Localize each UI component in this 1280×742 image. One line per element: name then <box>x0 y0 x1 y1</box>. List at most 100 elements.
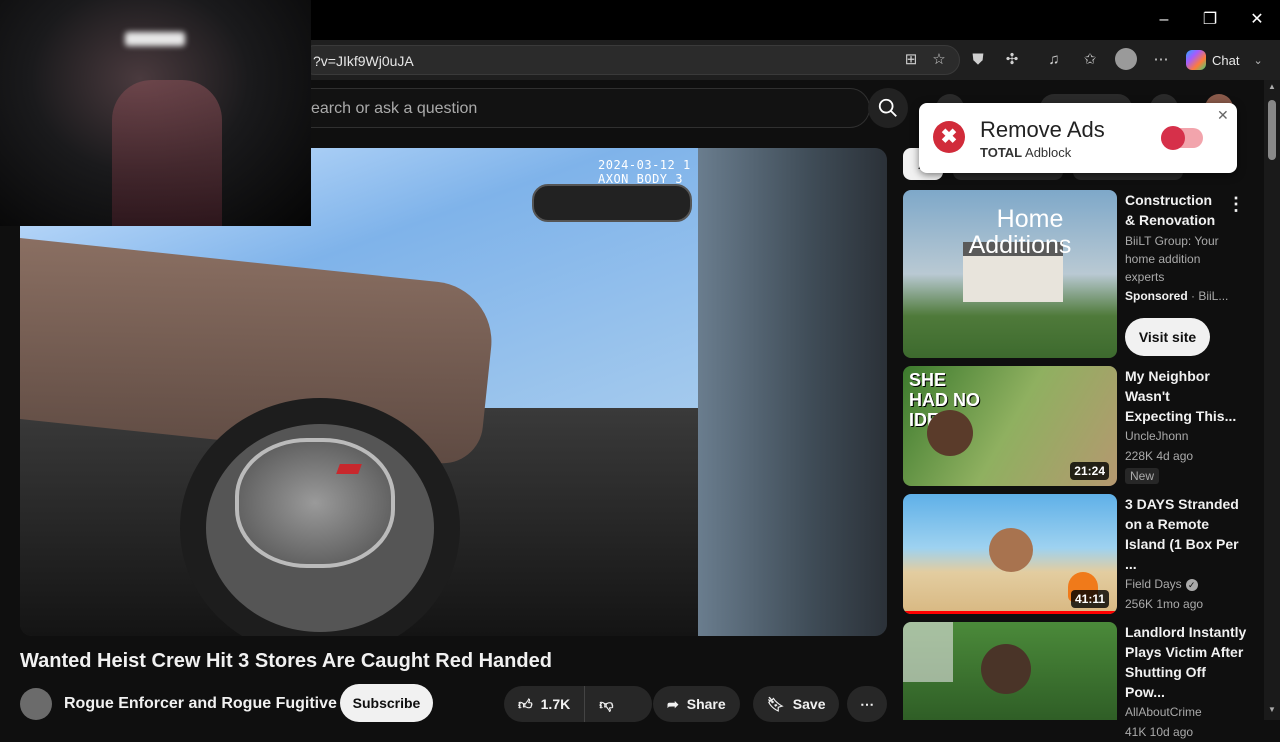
video-title: Wanted Heist Crew Hit 3 Stores Are Caugh… <box>20 650 552 672</box>
video-title[interactable]: My Neighbor Wasn't Expecting This... <box>1125 366 1240 426</box>
sponsored-title[interactable]: Construction & Renovation <box>1125 190 1225 230</box>
minimize-button[interactable]: – <box>1152 8 1176 32</box>
like-button[interactable]: 👍︎ 1.7K <box>504 686 586 722</box>
picture-in-picture-video[interactable] <box>0 0 311 226</box>
more-actions-button[interactable]: ⋯ <box>847 686 887 722</box>
page-scrollbar[interactable]: ▲ ▼ <box>1264 80 1280 720</box>
share-icon: ➦ <box>667 695 679 712</box>
adblock-brand: TOTAL Adblock <box>980 145 1071 160</box>
bookmark-icon: 🔖︎ <box>767 695 785 712</box>
favorites-icon[interactable]: ✩ <box>1080 50 1100 70</box>
video-stats: 41K 10d ago <box>1125 725 1194 739</box>
copilot-icon <box>1186 50 1206 70</box>
sponsored-line: Sponsored · BiiL... <box>1125 289 1229 303</box>
thumb-person <box>927 410 973 456</box>
save-label: Save <box>792 696 826 712</box>
video-title[interactable]: 3 DAYS Stranded on a Remote Island (1 Bo… <box>1125 494 1247 574</box>
sponsored-label: Sponsored <box>1125 289 1188 303</box>
more-menu-icon[interactable]: ⋯ <box>1151 50 1171 70</box>
profile-avatar[interactable] <box>1115 48 1137 70</box>
video-stats: 256K 1mo ago <box>1125 597 1204 611</box>
apps-icon[interactable]: ⊞ <box>901 50 921 70</box>
like-count: 1.7K <box>540 696 571 712</box>
more-horizontal-icon: ⋯ <box>860 695 874 712</box>
adblock-brand-rest: Adblock <box>1022 145 1072 160</box>
toggle-knob <box>1161 126 1185 150</box>
recommended-video[interactable]: Landlord Instantly Plays Victim After Sh… <box>903 622 1253 739</box>
channel-name[interactable]: Rogue Enforcer and Rogue Fugitive <box>64 695 337 713</box>
search-button[interactable] <box>868 88 908 128</box>
favorite-star-icon[interactable]: ☆ <box>929 50 949 70</box>
adblock-extension-icon[interactable]: ⛊ <box>968 50 988 70</box>
like-dislike-group: 👍︎ 1.7K 👎︎ <box>504 686 652 722</box>
video-thumbnail[interactable]: 41:11 <box>903 494 1117 614</box>
scrollbar-thumb[interactable] <box>1268 100 1276 160</box>
video-mirror <box>532 184 692 222</box>
new-badge: New <box>1125 468 1160 484</box>
subscribe-button[interactable]: Subscribe <box>340 684 433 722</box>
bodycam-timestamp: 2024-03-12 1 AXON BODY 3 <box>598 158 691 186</box>
video-channel[interactable]: AllAboutCrime <box>1125 702 1249 722</box>
video-duration: 41:11 <box>1070 590 1109 608</box>
sponsored-thumbnail[interactable]: Home Additions <box>903 190 1117 358</box>
pip-figure <box>112 80 222 226</box>
video-meta: My Neighbor Wasn't Expecting This... Unc… <box>1125 366 1249 485</box>
video-channel-line: Field Days ✓ <box>1125 574 1249 594</box>
share-label: Share <box>686 696 726 712</box>
visit-site-button[interactable]: Visit site <box>1125 318 1210 356</box>
timestamp-line-1: 2024-03-12 1 <box>598 158 691 172</box>
save-button[interactable]: 🔖︎ Save <box>753 686 840 722</box>
thumbs-down-icon: 👎︎ <box>599 695 614 712</box>
thumbs-up-icon: 👍︎ <box>518 695 533 712</box>
advertiser-name: BiiL... <box>1198 289 1229 303</box>
video-stats: 228K 4d ago <box>1125 449 1194 463</box>
more-vertical-icon[interactable]: ⋮ <box>1227 194 1245 215</box>
sponsored-card[interactable]: Home Additions Construction & Renovation… <box>903 190 1253 358</box>
video-channel[interactable]: Field Days <box>1125 577 1182 591</box>
video-wheel-hub <box>235 438 395 568</box>
video-blurred-region <box>698 148 887 636</box>
video-thumbnail[interactable]: SHE HAD NO IDEA. 21:24 <box>903 366 1117 486</box>
media-control-icon[interactable]: ♫ <box>1044 50 1064 70</box>
adblock-popup-title: Remove Ads <box>980 117 1105 142</box>
close-window-button[interactable]: ✕ <box>1245 8 1269 32</box>
search-icon <box>878 98 897 117</box>
timestamp-line-2: AXON BODY 3 <box>598 172 683 186</box>
chevron-down-icon[interactable]: ⌄ <box>1253 54 1262 67</box>
thumb-house <box>903 622 953 682</box>
close-popup-icon[interactable]: ✕ <box>1217 107 1229 124</box>
thumb-person <box>989 528 1033 572</box>
address-bar[interactable]: ?v=JIkf9Wj0uJA ⊞ ☆ <box>300 45 960 75</box>
adblock-brand-bold: TOTAL <box>980 145 1023 160</box>
channel-avatar[interactable] <box>20 688 52 720</box>
url-text[interactable]: ?v=JIkf9Wj0uJA <box>313 53 414 69</box>
search-placeholder: earch or ask a question <box>311 100 478 117</box>
thumb-person <box>981 644 1031 694</box>
video-channel[interactable]: UncleJhonn <box>1125 426 1249 446</box>
scroll-down-arrow-icon[interactable]: ▼ <box>1268 705 1276 714</box>
watch-progress-bar <box>903 611 1117 614</box>
thumb-text-line1: Home <box>996 205 1064 233</box>
share-button[interactable]: ➦ Share <box>653 686 740 722</box>
sponsored-thumb-text: Home Additions <box>903 206 1117 258</box>
recommended-video[interactable]: 41:11 3 DAYS Stranded on a Remote Island… <box>903 494 1253 614</box>
adblock-logo-icon: ✖ <box>933 121 965 153</box>
sponsored-description: BiiLT Group: Your home addition experts <box>1125 234 1219 284</box>
copilot-chat-button[interactable]: Chat ⌄ <box>1186 48 1263 72</box>
search-input[interactable]: earch or ask a question <box>280 88 870 128</box>
restore-button[interactable]: ❐ <box>1198 8 1222 32</box>
remove-ads-toggle[interactable] <box>1161 126 1203 150</box>
scroll-up-arrow-icon[interactable]: ▲ <box>1268 82 1276 91</box>
extensions-icon[interactable]: ✣ <box>1002 50 1022 70</box>
video-thumbnail[interactable] <box>903 622 1117 720</box>
video-dodge-logo <box>336 464 362 474</box>
video-meta: Landlord Instantly Plays Victim After Sh… <box>1125 622 1249 742</box>
adblock-popup: ✖ Remove Ads TOTAL Adblock ✕ <box>919 103 1237 173</box>
thumb-text-line2: Additions <box>968 231 1072 259</box>
video-title[interactable]: Landlord Instantly Plays Victim After Sh… <box>1125 622 1247 702</box>
video-duration: 21:24 <box>1070 462 1109 480</box>
dislike-button[interactable]: 👎︎ <box>585 696 627 713</box>
verified-icon: ✓ <box>1185 579 1198 591</box>
chat-label: Chat <box>1212 52 1240 68</box>
recommended-video[interactable]: SHE HAD NO IDEA. 21:24 My Neighbor Wasn'… <box>903 366 1253 486</box>
